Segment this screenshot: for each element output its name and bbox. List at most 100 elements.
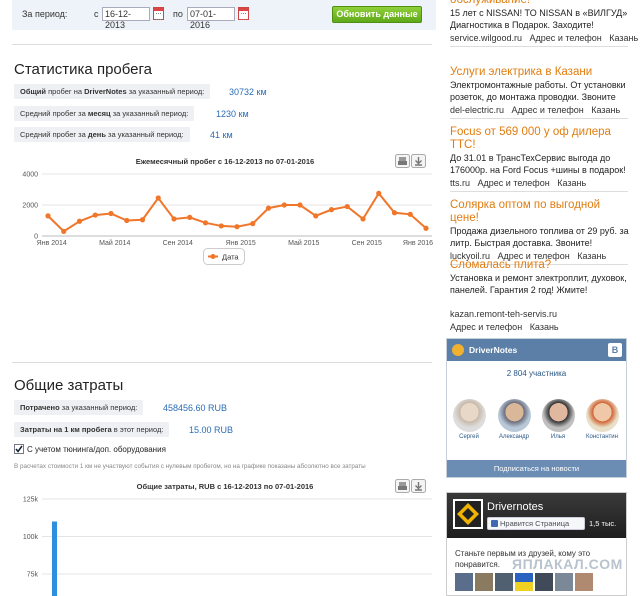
mileage-chart-title: Ежемесячный пробег с 16-12-2013 по 07-01… — [135, 157, 315, 166]
vk-member-name[interactable]: Константин — [580, 434, 624, 440]
chart1-legend[interactable]: Дата — [203, 248, 245, 266]
date-to-input[interactable]: 07-01-2016 — [187, 7, 235, 30]
ad-text[interactable]: Электромонтажные работы. От установки ро… — [450, 80, 632, 103]
data-point[interactable] — [407, 211, 413, 217]
fb-friend-avatar[interactable] — [555, 573, 573, 591]
cost-note: В расчетах стоимости 1 км не участвуют с… — [14, 463, 366, 470]
x-tick-label: Сен 2015 — [352, 240, 382, 247]
calendar-from-icon[interactable] — [153, 7, 164, 20]
fb-friend-avatar[interactable] — [535, 573, 553, 591]
data-point[interactable] — [171, 216, 177, 222]
ad-title[interactable]: Услуги электрика в Казани — [450, 66, 632, 79]
vk-avatar[interactable] — [453, 399, 486, 432]
vk-avatar[interactable] — [498, 399, 531, 432]
ad-links: service.wilgood.ru Адрес и телефон Казан… — [450, 33, 638, 43]
ad-contacts[interactable]: Адрес и телефон — [512, 105, 584, 115]
ad-title[interactable]: обслуживание! — [450, 0, 632, 7]
vk-member-name[interactable]: Илья — [536, 434, 580, 440]
ad-title[interactable]: Сломалась плита? — [450, 259, 632, 272]
data-point[interactable] — [250, 221, 256, 227]
date-from-input[interactable]: 16-12-2013 — [102, 7, 150, 30]
data-point[interactable] — [45, 213, 51, 219]
fb-logo-icon — [491, 520, 498, 527]
data-point[interactable] — [297, 202, 303, 208]
ad-domain[interactable]: tts.ru — [450, 178, 470, 188]
ad-city[interactable]: Казань — [557, 178, 586, 188]
ad-domain[interactable]: kazan.remont-teh-servis.ru — [450, 309, 559, 319]
data-point[interactable] — [328, 207, 335, 213]
ad-title[interactable]: Солярка оптом по выгодной цене! — [450, 199, 632, 225]
x-tick-label: Май 2015 — [288, 239, 319, 247]
fb-page-name[interactable]: Drivernotes — [487, 501, 543, 513]
data-point[interactable] — [265, 205, 272, 211]
ad-domain[interactable]: del-electric.ru — [450, 105, 504, 115]
vk-group-name[interactable]: DriverNotes — [469, 345, 517, 355]
x-tick-label: Янв 2016 — [403, 240, 433, 247]
fb-friend-avatar[interactable] — [475, 573, 493, 591]
ad-city[interactable]: Казань — [609, 33, 638, 43]
total-mileage-value: 30732 км — [229, 87, 267, 97]
data-point[interactable] — [76, 218, 83, 224]
ad-city[interactable]: Казань — [530, 322, 559, 332]
data-point[interactable] — [139, 217, 146, 223]
vk-member-name[interactable]: Александр — [492, 434, 536, 440]
ad-contacts[interactable]: Адрес и телефон — [530, 33, 602, 43]
update-data-button[interactable]: Обновить данные — [332, 6, 422, 23]
ad-city[interactable]: Казань — [591, 105, 620, 115]
data-point[interactable] — [187, 214, 193, 220]
vk-logo-icon[interactable]: В — [608, 343, 622, 357]
ad-text[interactable]: 15 лет с NISSAN! TO NISSAN в «ВИЛГУД» Ди… — [450, 8, 632, 31]
data-point[interactable] — [61, 228, 67, 234]
data-point[interactable] — [202, 220, 209, 226]
vk-avatar[interactable] — [542, 399, 575, 432]
data-point[interactable] — [313, 213, 319, 219]
ad-contacts[interactable]: Адрес и телефон — [450, 322, 522, 332]
watermark: ЯПЛАКАЛ.COM — [512, 556, 623, 572]
ad-title[interactable]: Focus от 569 000 у оф дилера ТТС! — [450, 126, 632, 152]
tuning-checkbox[interactable] — [14, 444, 24, 454]
data-point[interactable] — [376, 190, 382, 196]
vk-avatar[interactable] — [586, 399, 619, 432]
data-point[interactable] — [423, 225, 429, 231]
fb-friend-avatar[interactable] — [575, 573, 593, 591]
cost-bar[interactable] — [52, 521, 57, 596]
fb-like-label: Нравится Страница — [500, 519, 570, 528]
data-point[interactable] — [360, 216, 366, 222]
ad-contacts[interactable]: Адрес и телефон — [478, 178, 550, 188]
ad-divider — [450, 191, 628, 192]
y-tick-label: 125k — [23, 497, 39, 504]
data-point[interactable] — [391, 210, 398, 216]
ad-text[interactable]: Установка и ремонт электроплит, духовок,… — [450, 273, 632, 296]
costs-bar-chart: 125k 100k 75k — [23, 497, 432, 596]
to-label: по — [173, 9, 183, 19]
ad-links: del-electric.ru Адрес и телефон Казань — [450, 105, 620, 115]
data-point[interactable] — [155, 195, 161, 201]
ad-text[interactable]: Продажа дизельного топлива от 29 руб. за… — [450, 226, 632, 249]
data-point[interactable] — [92, 212, 98, 218]
fb-widget: Drivernotes Нравится Страница 1,5 тыс. С… — [446, 492, 627, 596]
ad-links: tts.ru Адрес и телефон Казань — [450, 178, 586, 188]
fb-friend-avatar[interactable] — [455, 573, 473, 591]
data-point[interactable] — [218, 223, 224, 229]
fb-like-button[interactable]: Нравится Страница — [487, 517, 585, 530]
chart1-export-icons — [395, 154, 426, 168]
data-point[interactable] — [281, 202, 287, 208]
y-tick-label: 4000 — [22, 172, 38, 179]
fb-page-logo[interactable] — [453, 499, 483, 529]
ad-domain[interactable]: service.wilgood.ru — [450, 33, 522, 43]
vk-subscribe-button[interactable]: Подписаться на новости — [447, 460, 626, 477]
data-point[interactable] — [344, 203, 350, 210]
x-tick-label: Сен 2014 — [163, 240, 193, 247]
page: { "filter": { "period_label": "За период… — [0, 0, 640, 596]
fb-friend-avatar[interactable] — [515, 573, 533, 591]
calendar-to-icon[interactable] — [238, 7, 249, 20]
data-point[interactable] — [108, 210, 114, 217]
period-filter-bar: За период: с 16-12-2013 по 07-01-2016 Об… — [12, 0, 436, 30]
vk-members-count[interactable]: 2 804 участника — [447, 369, 626, 378]
vk-member-name[interactable]: Сергей — [447, 434, 491, 440]
fb-friend-avatar[interactable] — [495, 573, 513, 591]
ad-divider — [450, 118, 628, 119]
ad-text[interactable]: До 31.01 в ТрансТехСервис выгода до 1760… — [450, 153, 632, 176]
data-point[interactable] — [234, 224, 240, 230]
data-point[interactable] — [124, 217, 130, 224]
